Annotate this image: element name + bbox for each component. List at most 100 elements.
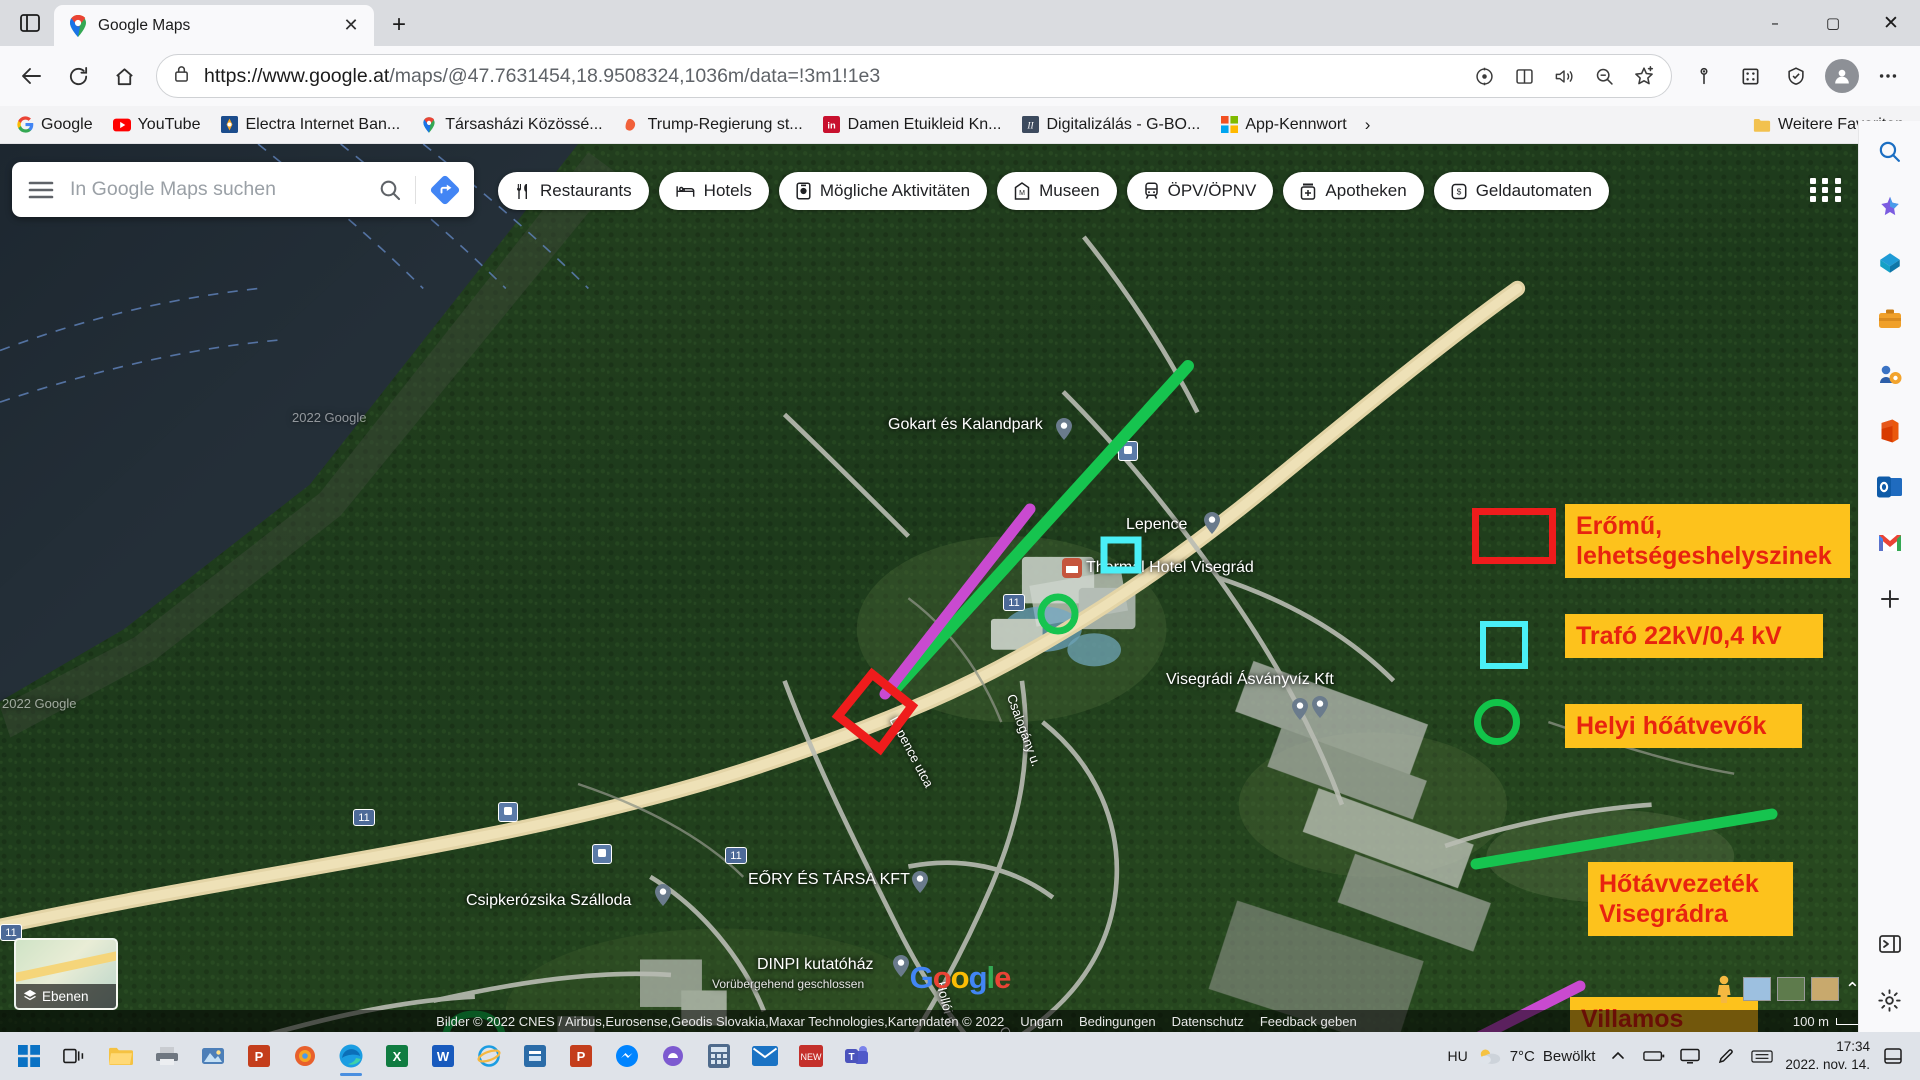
search-input[interactable]: In Google Maps suchen xyxy=(70,178,365,201)
maximize-button[interactable]: ▢ xyxy=(1804,0,1862,46)
sidebar-add-icon[interactable] xyxy=(1872,581,1908,617)
sidebar-shopping-icon[interactable] xyxy=(1872,245,1908,281)
bookmark-tarsashazi[interactable]: Társasházi Közössé... xyxy=(412,112,610,138)
search-icon[interactable] xyxy=(365,178,415,202)
sidebar-expand-icon[interactable] xyxy=(1872,926,1908,962)
chip-restaurants[interactable]: Restaurants xyxy=(498,172,649,210)
tray-pen-icon[interactable] xyxy=(1713,1043,1739,1069)
sidebar-search-icon[interactable] xyxy=(1872,133,1908,169)
tab-close-icon[interactable]: ✕ xyxy=(338,13,364,39)
sidebar-copilot-icon[interactable] xyxy=(1872,189,1908,225)
sidebar-games-icon[interactable] xyxy=(1872,357,1908,393)
taskbar-red-app[interactable]: NEW xyxy=(788,1034,834,1078)
bookmark-google[interactable]: Google xyxy=(8,112,101,138)
attribution-link-privacy[interactable]: Datenschutz xyxy=(1172,1014,1244,1029)
browser-tab[interactable]: Google Maps ✕ xyxy=(54,5,374,46)
favorite-star-icon[interactable] xyxy=(1625,57,1663,95)
close-button[interactable]: ✕ xyxy=(1862,0,1920,46)
profile-icon[interactable] xyxy=(1820,54,1864,98)
bookmark-electra[interactable]: Electra Internet Ban... xyxy=(212,112,408,138)
sidebar-gmail-icon[interactable] xyxy=(1872,525,1908,561)
streetview-thumb-2[interactable] xyxy=(1776,977,1805,1001)
collections-icon[interactable] xyxy=(1682,54,1726,98)
minimize-button[interactable]: – xyxy=(1746,0,1804,46)
chip-pharmacies[interactable]: Apotheken xyxy=(1283,172,1424,210)
chip-atms[interactable]: $ Geldautomaten xyxy=(1433,172,1609,210)
chip-transit[interactable]: ÖPV/ÖPNV xyxy=(1126,172,1274,210)
taskbar-excel[interactable]: X xyxy=(374,1034,420,1078)
reload-icon[interactable] xyxy=(56,54,100,98)
sidebar-settings-icon[interactable] xyxy=(1872,982,1908,1018)
taskbar-app-generic[interactable] xyxy=(650,1034,696,1078)
taskbar-firefox[interactable] xyxy=(282,1034,328,1078)
streetview-thumb-1[interactable] xyxy=(1742,977,1771,1001)
url-host: https://www.google.at xyxy=(204,64,390,87)
tab-actions-icon[interactable] xyxy=(10,3,50,43)
language-indicator[interactable]: HU xyxy=(1447,1048,1467,1064)
taskbar-powerpoint-2[interactable]: P xyxy=(558,1034,604,1078)
bookmark-app-kennwort[interactable]: App-Kennwort xyxy=(1212,112,1354,138)
tray-display-icon[interactable] xyxy=(1677,1043,1703,1069)
weather-widget[interactable]: 7°C Bewölkt xyxy=(1478,1046,1595,1066)
attribution-link-country[interactable]: Ungarn xyxy=(1020,1014,1063,1029)
tray-expand-icon[interactable] xyxy=(1605,1043,1631,1069)
bookmark-trump[interactable]: Trump-Regierung st... xyxy=(615,112,811,138)
taskbar-word[interactable]: W xyxy=(420,1034,466,1078)
taskbar-teams[interactable]: T xyxy=(834,1034,880,1078)
bookmarks-overflow-icon[interactable]: › xyxy=(1359,111,1377,139)
task-view-button[interactable] xyxy=(52,1034,98,1078)
clock[interactable]: 17:34 2022. nov. 14. xyxy=(1785,1038,1870,1074)
directions-icon[interactable] xyxy=(416,175,474,205)
taskbar-file-explorer[interactable] xyxy=(98,1034,144,1078)
tray-keyboard-icon[interactable] xyxy=(1749,1043,1775,1069)
taskbar-windows-app[interactable] xyxy=(512,1034,558,1078)
taskbar-calculator[interactable] xyxy=(696,1034,742,1078)
notification-center-icon[interactable] xyxy=(1880,1043,1906,1069)
chip-hotels[interactable]: Hotels xyxy=(658,172,769,210)
menu-icon[interactable] xyxy=(12,180,70,200)
new-tab-button[interactable]: + xyxy=(380,6,418,44)
taskbar-printer[interactable] xyxy=(144,1034,190,1078)
sidebar-tools-icon[interactable] xyxy=(1872,301,1908,337)
sidebar-office-icon[interactable] xyxy=(1872,413,1908,449)
svg-text:T: T xyxy=(848,1052,854,1063)
tracking-prevention-icon[interactable] xyxy=(1465,57,1503,95)
google-apps-icon[interactable] xyxy=(1810,173,1844,207)
attribution-link-terms[interactable]: Bedingungen xyxy=(1079,1014,1156,1029)
layers-button[interactable]: Ebenen xyxy=(14,938,118,1010)
start-button[interactable] xyxy=(6,1034,52,1078)
title-bar: Google Maps ✕ + – ▢ ✕ xyxy=(0,0,1920,46)
zoom-out-page-icon[interactable] xyxy=(1585,57,1623,95)
bookmark-digitalizalas[interactable]: II Digitalizálás - G-BO... xyxy=(1014,112,1209,138)
transit-icon xyxy=(1144,182,1158,199)
taskbar-mail[interactable] xyxy=(742,1034,788,1078)
legend-label-heat-pipeline: Hőtávvezeték Visegrádra xyxy=(1588,862,1793,936)
chip-museums[interactable]: M Museen xyxy=(997,172,1117,210)
attribution-link-feedback[interactable]: Feedback geben xyxy=(1260,1014,1357,1029)
bookmark-label: Electra Internet Ban... xyxy=(245,115,401,133)
chip-label: Restaurants xyxy=(540,181,632,200)
back-icon[interactable] xyxy=(10,54,54,98)
home-icon[interactable] xyxy=(102,54,146,98)
browser-essentials-icon[interactable] xyxy=(1774,54,1818,98)
taskbar-messenger[interactable] xyxy=(604,1034,650,1078)
split-screen-icon[interactable] xyxy=(1505,57,1543,95)
sidebar-outlook-icon[interactable] xyxy=(1872,469,1908,505)
taskbar-powerpoint[interactable]: P xyxy=(236,1034,282,1078)
maps-search-bar[interactable]: In Google Maps suchen xyxy=(12,162,474,217)
read-aloud-icon[interactable] xyxy=(1545,57,1583,95)
taskbar-photos[interactable] xyxy=(190,1034,236,1078)
settings-and-more-icon[interactable] xyxy=(1866,54,1910,98)
address-bar[interactable]: https://www.google.at/maps/@47.7631454,1… xyxy=(156,54,1672,98)
extensions-icon[interactable] xyxy=(1728,54,1772,98)
bookmark-youtube[interactable]: YouTube xyxy=(105,112,209,138)
tray-battery-icon[interactable] xyxy=(1641,1043,1667,1069)
streetview-thumb-3[interactable] xyxy=(1810,977,1839,1001)
pegman-icon[interactable] xyxy=(1711,974,1737,1004)
green-exchanger-marker-1 xyxy=(1037,593,1079,635)
chip-activities[interactable]: Mögliche Aktivitäten xyxy=(778,172,988,210)
map-viewport[interactable]: In Google Maps suchen Restaurants Hotels… xyxy=(0,144,1920,1032)
bookmark-damen[interactable]: in Damen Etuikleid Kn... xyxy=(815,112,1010,138)
taskbar-edge[interactable] xyxy=(328,1034,374,1078)
taskbar-ie[interactable] xyxy=(466,1034,512,1078)
